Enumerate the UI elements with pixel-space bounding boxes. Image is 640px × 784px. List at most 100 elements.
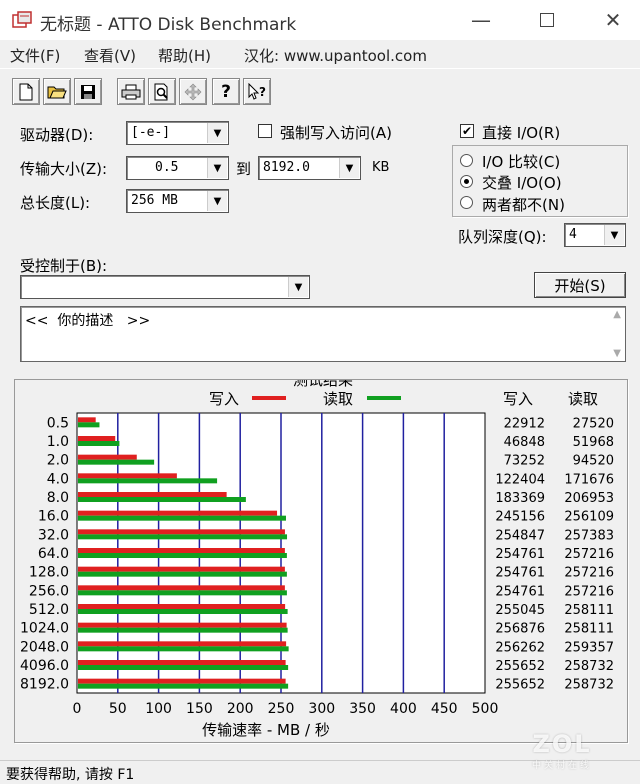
write-column-header: 写入 (503, 390, 533, 408)
new-button[interactable] (12, 78, 40, 105)
open-button[interactable] (43, 78, 71, 105)
write-bar (78, 417, 96, 423)
write-value: 46848 (504, 435, 545, 450)
x-tick-label: 400 (390, 701, 417, 717)
read-value: 257216 (564, 584, 614, 599)
write-bar (78, 510, 278, 516)
write-bar (78, 622, 287, 628)
print-preview-button[interactable] (148, 78, 176, 105)
read-bar (78, 553, 287, 558)
io-overlap-radio[interactable] (460, 175, 473, 188)
transfer-from-select[interactable]: 0.5 ▼ (126, 156, 229, 180)
read-value: 27520 (573, 416, 614, 431)
read-value: 94520 (573, 454, 614, 469)
new-icon (19, 83, 33, 100)
y-tick-label: 4096.0 (20, 658, 69, 674)
write-value: 254761 (495, 566, 545, 581)
read-value: 258111 (564, 603, 614, 618)
io-overlap-label: 交叠 I/O(O) (482, 174, 562, 192)
direct-io-label: 直接 I/O(R) (482, 124, 561, 142)
help-icon: ? (221, 81, 231, 102)
menu-view[interactable]: 查看(V) (84, 45, 136, 66)
y-tick-label: 32.0 (38, 527, 69, 543)
start-button[interactable]: 开始(S) (534, 272, 626, 298)
read-bar (78, 683, 289, 689)
maximize-button[interactable] (524, 4, 570, 36)
save-icon (81, 84, 95, 99)
y-tick-label: 8.0 (47, 490, 69, 506)
read-bar (78, 478, 218, 484)
neither-radio[interactable] (460, 196, 473, 209)
description-field[interactable]: << 你的描述 >> ▲ ▼ (20, 306, 626, 362)
read-bar (78, 441, 120, 446)
read-bar (78, 609, 288, 614)
total-length-select[interactable]: 256 MB ▼ (126, 189, 229, 213)
kb-label: KB (372, 160, 390, 175)
menu-localized[interactable]: 汉化: www.upantool.com (244, 45, 427, 66)
watermark-logo: ZOL (532, 730, 592, 758)
context-help-icon: ? (248, 82, 266, 100)
read-value: 171676 (564, 472, 614, 487)
drive-value: [-e-] (131, 125, 171, 140)
direct-io-checkbox[interactable]: ✔ (460, 124, 474, 138)
write-bar (78, 454, 137, 460)
menu-bar: 文件(F) 查看(V) 帮助(H) 汉化: www.upantool.com (0, 40, 640, 68)
y-tick-label: 2.0 (47, 453, 69, 469)
write-value: 22912 (504, 416, 545, 431)
read-value: 258732 (564, 659, 614, 674)
y-tick-label: 8192.0 (20, 677, 69, 693)
y-tick-label: 512.0 (29, 602, 69, 618)
queue-depth-value: 4 (569, 227, 577, 242)
write-bar (78, 660, 286, 665)
total-length-value: 256 MB (131, 193, 178, 208)
read-value: 51968 (573, 435, 614, 450)
menu-help[interactable]: 帮助(H) (158, 45, 211, 66)
close-button[interactable]: ✕ (590, 4, 636, 36)
title-bar: 无标题 - ATTO Disk Benchmark — ✕ (0, 0, 640, 40)
read-bar (78, 590, 287, 596)
write-value: 255652 (495, 678, 545, 693)
io-compare-radio[interactable] (460, 154, 473, 167)
help-button[interactable]: ? (212, 78, 240, 105)
print-button[interactable] (117, 78, 145, 105)
save-button[interactable] (74, 78, 102, 105)
scroll-up-icon[interactable]: ▲ (613, 309, 621, 320)
controlled-by-select[interactable]: ▼ (20, 275, 310, 299)
transfer-size-label: 传输大小(Z): (20, 160, 108, 178)
x-tick-label: 250 (268, 701, 295, 717)
context-help-button[interactable]: ? (243, 78, 271, 105)
drive-select[interactable]: [-e-] ▼ (126, 121, 229, 145)
write-value: 122404 (495, 472, 545, 487)
write-value: 256876 (495, 622, 545, 637)
queue-depth-select[interactable]: 4 ▼ (564, 223, 626, 247)
read-value: 256109 (564, 510, 614, 525)
open-icon (47, 86, 67, 98)
x-tick-label: 450 (431, 701, 458, 717)
read-bar (78, 571, 287, 577)
y-tick-label: 64.0 (38, 546, 69, 562)
y-tick-label: 1.0 (47, 434, 69, 450)
transfer-to-select[interactable]: 8192.0 ▼ (258, 156, 361, 180)
total-length-label: 总长度(L): (20, 194, 91, 212)
to-label: 到 (236, 160, 252, 178)
force-write-checkbox[interactable] (258, 124, 272, 138)
minimize-button[interactable]: — (458, 4, 504, 36)
write-bar (78, 436, 116, 441)
chevron-down-icon: ▼ (207, 158, 227, 178)
read-column-header: 读取 (568, 390, 598, 408)
window-title: 无标题 - ATTO Disk Benchmark (40, 15, 297, 35)
menu-file[interactable]: 文件(F) (10, 45, 60, 66)
scroll-down-icon[interactable]: ▼ (613, 348, 621, 359)
read-legend-label: 读取 (323, 390, 353, 408)
x-tick-label: 0 (73, 701, 82, 717)
write-value: 245156 (495, 510, 545, 525)
transfer-to-value: 8192.0 (263, 160, 310, 175)
write-bar (78, 585, 285, 591)
write-value: 254761 (495, 547, 545, 562)
write-value: 183369 (495, 491, 545, 506)
chevron-down-icon: ▼ (207, 191, 227, 211)
move-button[interactable] (179, 78, 207, 105)
x-tick-label: 200 (227, 701, 254, 717)
chevron-down-icon: ▼ (604, 225, 624, 245)
close-icon: ✕ (604, 8, 622, 32)
